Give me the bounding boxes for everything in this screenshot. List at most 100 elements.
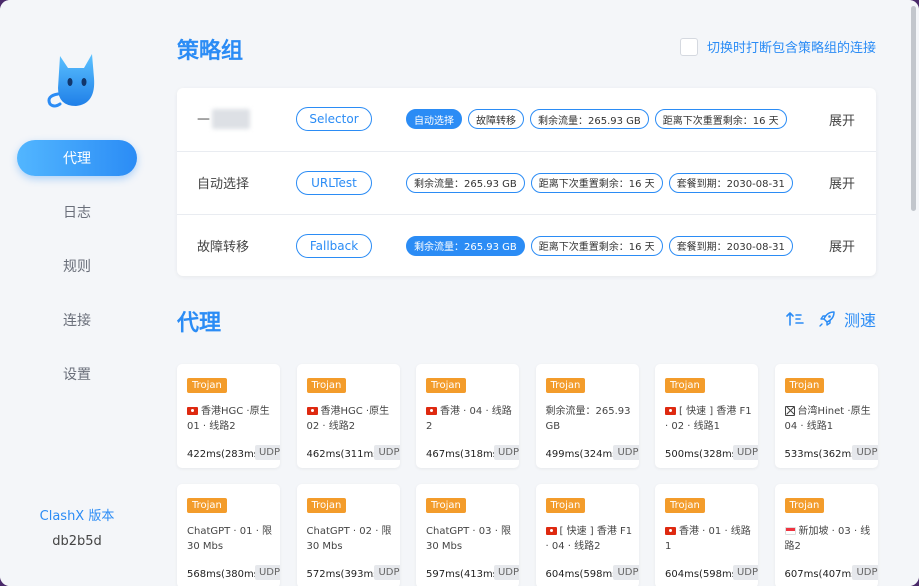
hong-kong-flag-icon <box>306 407 318 415</box>
udp-badge: UDP <box>254 565 280 580</box>
proxy-type-badge: Trojan <box>187 498 227 513</box>
sidebar-item-logs[interactable]: 日志 <box>17 194 137 230</box>
proxy-name-text: 香港HGC ·原生 01 · 线路2 <box>187 406 270 432</box>
proxy-card[interactable]: Trojan 香港HGC ·原生 02 · 线路2 462ms(311ms) UDP <box>296 364 400 468</box>
hong-kong-flag-icon <box>187 407 198 415</box>
expand-button[interactable]: 展开 <box>829 173 855 192</box>
version-label: ClashX 版本 <box>39 509 115 524</box>
proxy-card[interactable]: Trojan [ 快速 ] 香港 F1 · 02 · 线路1 500ms(328ms… <box>655 364 758 468</box>
sidebar-item-connections[interactable]: 连接 <box>17 302 137 338</box>
interrupt-connections-option[interactable]: 切换时打断包含策略组的连接 <box>679 37 876 56</box>
group-tag[interactable]: 故障转移 <box>468 109 524 129</box>
group-tag[interactable]: 距离下次重置剩余：16 天 <box>654 109 787 129</box>
singapore-flag-icon <box>784 527 796 535</box>
expand-button[interactable]: 展开 <box>829 110 855 129</box>
clashx-window: 代理 日志 规则 连接 设置 ClashX 版本 db2b5d 策略组 切换时打… <box>0 0 919 586</box>
rocket-icon <box>819 311 835 327</box>
proxy-card[interactable]: Trojan 新加坡 · 03 · 线路2 607ms(407ms) UDP <box>774 484 878 586</box>
proxy-name: 剩余流量：265.93 GB <box>546 404 634 434</box>
proxy-type-badge: Trojan <box>784 378 825 393</box>
proxy-type-badge: Trojan <box>784 498 825 513</box>
proxy-name-text: 香港HGC ·原生 02 · 线路2 <box>306 406 390 432</box>
proxy-type-badge: Trojan <box>187 378 227 393</box>
udp-badge: UDP <box>254 445 280 460</box>
sidebar: 代理 日志 规则 连接 设置 ClashX 版本 db2b5d <box>0 0 154 586</box>
proxy-card[interactable]: Trojan [ 快速 ] 香港 F1 · 04 · 线路2 604ms(598ms… <box>535 484 639 586</box>
sort-icon[interactable] <box>786 311 804 327</box>
sidebar-item-rules[interactable]: 规则 <box>17 248 137 284</box>
udp-badge: UDP <box>374 565 400 580</box>
udp-badge: UDP <box>732 565 758 580</box>
udp-badge: UDP <box>732 445 758 460</box>
expand-button[interactable]: 展开 <box>829 236 855 255</box>
proxy-name: 新加坡 · 03 · 线路2 <box>784 524 873 554</box>
scrollbar[interactable] <box>908 0 919 586</box>
group-row: 故障转移 Fallback 剩余流量：265.93 GB 距离下次重置剩余：16… <box>177 214 876 276</box>
proxy-card[interactable]: Trojan 香港 · 04 · 线路2 467ms(318ms) UDP <box>416 364 519 468</box>
proxy-card[interactable]: Trojan ChatGPT · 02 · 限 30 Mbs 572ms(393ms… <box>296 484 400 586</box>
hong-kong-flag-icon <box>665 407 676 415</box>
proxy-name: ChatGPT · 03 · 限 30 Mbs <box>426 524 514 554</box>
proxy-card[interactable]: Trojan 香港 · 01 · 线路1 604ms(598ms) UDP <box>655 484 758 586</box>
proxy-latency: 568ms(380ms) <box>187 569 263 580</box>
group-tag: 剩余流量：265.93 GB <box>406 172 525 193</box>
proxy-latency: 500ms(328ms) <box>665 449 741 460</box>
proxy-name-text: 香港 · 01 · 线路1 <box>665 526 751 552</box>
proxy-latency: 499ms(324ms) <box>545 449 622 460</box>
proxy-type-badge: Trojan <box>426 498 466 513</box>
proxy-latency: 607ms(407ms) <box>784 569 861 580</box>
proxy-type-badge: Trojan <box>306 378 347 393</box>
group-name: 故障转移 <box>197 240 250 255</box>
proxy-name: 香港 · 04 · 线路2 <box>426 404 514 434</box>
proxy-latency: 604ms(598ms) <box>665 569 741 580</box>
proxy-name-text: ChatGPT · 01 · 限 30 Mbs <box>187 526 273 552</box>
proxy-name: [ 快速 ] 香港 F1 · 02 · 线路1 <box>665 404 753 434</box>
proxy-card[interactable]: Trojan 剩余流量：265.93 GB 499ms(324ms) UDP <box>535 364 639 468</box>
udp-badge: UDP <box>852 445 878 460</box>
udp-badge: UDP <box>613 445 639 460</box>
proxy-name: ChatGPT · 01 · 限 30 Mbs <box>187 524 275 554</box>
group-name: — <box>197 109 250 129</box>
proxy-name-text: ChatGPT · 02 · 限 30 Mbs <box>306 526 392 552</box>
proxy-name-text: ChatGPT · 03 · 限 30 Mbs <box>426 526 512 552</box>
proxy-card[interactable]: Trojan ChatGPT · 01 · 限 30 Mbs 568ms(380ms… <box>177 484 280 586</box>
group-tag[interactable]: 自动选择 <box>406 109 462 129</box>
proxy-type-badge: Trojan <box>545 378 586 393</box>
group-name: 自动选择 <box>197 177 250 192</box>
proxy-name-text: 新加坡 · 03 · 线路2 <box>784 526 871 552</box>
sidebar-item-settings[interactable]: 设置 <box>17 356 137 392</box>
proxy-card[interactable]: Trojan ChatGPT · 03 · 限 30 Mbs 597ms(413ms… <box>416 484 519 586</box>
proxy-name-text: [ 快速 ] 香港 F1 · 04 · 线路2 <box>545 526 633 552</box>
proxy-name: 香港HGC ·原生 02 · 线路2 <box>306 404 395 434</box>
sidebar-nav: 代理 日志 规则 连接 设置 <box>17 140 137 410</box>
group-type-badge: URLTest <box>296 170 372 195</box>
proxy-latency: 597ms(413ms) <box>426 569 502 580</box>
proxy-name-text: 台湾Hinet ·原生 04 · 线路1 <box>784 406 871 432</box>
group-tag[interactable]: 剩余流量：265.93 GB <box>530 109 649 129</box>
group-type-badge: Fallback <box>296 233 372 258</box>
interrupt-connections-label: 切换时打断包含策略组的连接 <box>706 41 876 56</box>
proxy-type-badge: Trojan <box>545 498 586 513</box>
speed-test-button[interactable]: 测速 <box>818 307 876 331</box>
group-tag[interactable]: 距离下次重置剩余：16 天 <box>530 235 663 256</box>
group-row: 自动选择 URLTest 剩余流量：265.93 GB 距离下次重置剩余：16 … <box>177 151 876 213</box>
proxy-card[interactable]: Trojan 香港HGC ·原生 01 · 线路2 422ms(283ms) UDP <box>177 364 280 468</box>
main-content: 策略组 切换时打断包含策略组的连接 — Selector 自动选择 故障转移 剩… <box>154 0 908 586</box>
group-tag: 套餐到期：2030-08-31 <box>668 172 793 193</box>
proxy-latency: 467ms(318ms) <box>426 449 502 460</box>
proxy-latency: 533ms(362ms) <box>784 449 861 460</box>
udp-badge: UDP <box>374 445 400 460</box>
group-row: — Selector 自动选择 故障转移 剩余流量：265.93 GB 距离下次… <box>177 88 876 150</box>
proxies-title: 代理 <box>177 311 222 336</box>
interrupt-connections-checkbox[interactable] <box>679 37 698 56</box>
redacted-block <box>212 109 250 129</box>
groups-title: 策略组 <box>177 39 244 64</box>
proxy-name-text: 剩余流量：265.93 GB <box>545 406 631 432</box>
group-tag[interactable]: 套餐到期：2030-08-31 <box>668 235 793 256</box>
proxy-card[interactable]: Trojan 台湾Hinet ·原生 04 · 线路1 533ms(362ms) UD… <box>774 364 878 468</box>
scrollbar-thumb[interactable] <box>911 6 916 211</box>
proxy-latency: 422ms(283ms) <box>187 449 263 460</box>
sidebar-item-proxy[interactable]: 代理 <box>17 140 137 176</box>
group-tag[interactable]: 剩余流量：265.93 GB <box>406 235 525 256</box>
udp-badge: UDP <box>613 565 639 580</box>
